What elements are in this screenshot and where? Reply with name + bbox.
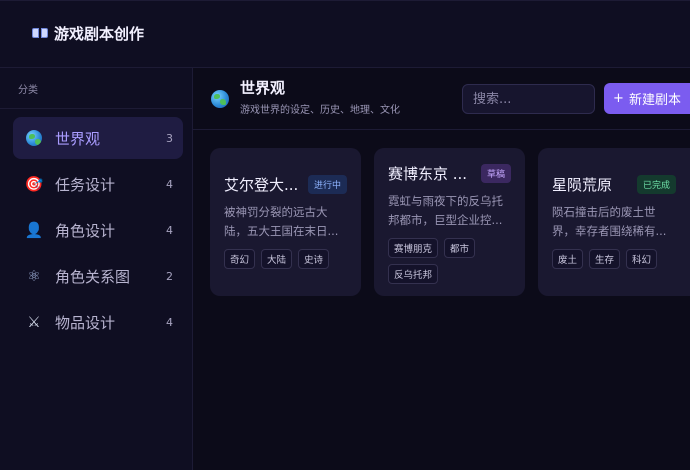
tag: 大陆 — [261, 249, 293, 269]
card-title: 星陨荒原 — [552, 176, 613, 194]
category-list: 世界观 3 🎯 任务设计 4 👤 角色设计 4 ⚛ 角色关系图 2 ⚔ 物品设计… — [0, 109, 192, 343]
sidebar-item-item-design[interactable]: ⚔ 物品设计 4 — [13, 301, 183, 343]
main-panel: 世界观 游戏世界的设定、历史、地理、文化 + 新建剧本 艾尔登大... 进行中 … — [193, 68, 690, 470]
card-description: 陨石撞击后的废土世 界，幸存者围绕稀有... — [552, 205, 667, 238]
sidebar-item-label: 世界观 — [55, 129, 101, 148]
tag-list: 废土 生存 科幻 — [552, 249, 676, 269]
sidebar-item-worldview[interactable]: 世界观 3 — [13, 117, 183, 159]
app-title: 游戏剧本创作 — [32, 23, 144, 44]
person-icon: 👤 — [24, 220, 44, 239]
search-input[interactable] — [462, 84, 595, 114]
book-icon — [32, 26, 48, 40]
script-card[interactable]: 赛博东京 ... 草稿 霓虹与雨夜下的反乌托 邦都市，巨型企业控... 赛博朋克… — [374, 148, 525, 296]
tag: 赛博朋克 — [388, 238, 439, 258]
sidebar-item-count: 4 — [166, 177, 173, 191]
tag: 都市 — [444, 238, 476, 258]
sidebar-heading: 分类 — [0, 68, 192, 109]
status-badge: 进行中 — [307, 175, 347, 194]
script-card[interactable]: 星陨荒原 已完成 陨石撞击后的废土世 界，幸存者围绕稀有... 废土 生存 科幻 — [538, 148, 690, 296]
sidebar-item-label: 角色关系图 — [55, 267, 131, 286]
card-description: 霓虹与雨夜下的反乌托 邦都市，巨型企业控... — [388, 194, 503, 227]
atom-icon: ⚛ — [27, 266, 41, 285]
globe-icon — [211, 89, 229, 108]
sidebar-item-count: 2 — [166, 269, 173, 283]
plus-icon: + — [613, 91, 624, 106]
status-badge: 已完成 — [636, 175, 676, 194]
target-icon: 🎯 — [24, 174, 44, 193]
sidebar-item-count: 4 — [166, 223, 173, 237]
tag: 奇幻 — [224, 249, 256, 269]
script-card[interactable]: 艾尔登大... 进行中 被神罚分裂的远古大 陆，五大王国在末日... 奇幻 大陆… — [210, 148, 361, 296]
sidebar-item-character-design[interactable]: 👤 角色设计 4 — [13, 209, 183, 251]
sidebar-item-count: 4 — [166, 315, 173, 329]
sidebar-item-label: 角色设计 — [55, 221, 116, 240]
sidebar-item-quest-design[interactable]: 🎯 任务设计 4 — [13, 163, 183, 205]
new-script-label: 新建剧本 — [628, 93, 681, 108]
card-title: 艾尔登大... — [224, 176, 299, 194]
tag: 废土 — [552, 249, 584, 269]
page-subtitle: 游戏世界的设定、历史、地理、文化 — [240, 105, 400, 116]
card-description: 被神罚分裂的远古大 陆，五大王国在末日... — [224, 205, 339, 238]
tag: 科幻 — [626, 249, 658, 269]
page-header: 世界观 游戏世界的设定、历史、地理、文化 + 新建剧本 — [193, 68, 690, 130]
tag-list: 赛博朋克 都市 反乌托邦 — [388, 238, 511, 284]
tag: 反乌托邦 — [388, 264, 439, 284]
tag-list: 奇幻 大陆 史诗 — [224, 249, 347, 269]
page-title: 世界观 — [240, 79, 286, 97]
crossed-swords-icon: ⚔ — [27, 312, 41, 331]
app-title-text: 游戏剧本创作 — [54, 24, 145, 43]
tag: 生存 — [589, 249, 621, 269]
sidebar-item-label: 任务设计 — [55, 175, 116, 194]
card-title: 赛博东京 ... — [388, 165, 468, 183]
new-script-button[interactable]: + 新建剧本 — [604, 83, 690, 114]
sidebar: 分类 世界观 3 🎯 任务设计 4 👤 角色设计 4 ⚛ 角色关系图 2 ⚔ 物… — [0, 68, 193, 470]
globe-icon — [25, 129, 43, 147]
top-bar: 游戏剧本创作 — [0, 0, 690, 68]
status-badge: 草稿 — [480, 164, 511, 183]
sidebar-item-count: 3 — [166, 131, 173, 145]
sidebar-item-relationship-map[interactable]: ⚛ 角色关系图 2 — [13, 255, 183, 297]
tag: 史诗 — [298, 249, 330, 269]
sidebar-item-label: 物品设计 — [55, 313, 116, 332]
